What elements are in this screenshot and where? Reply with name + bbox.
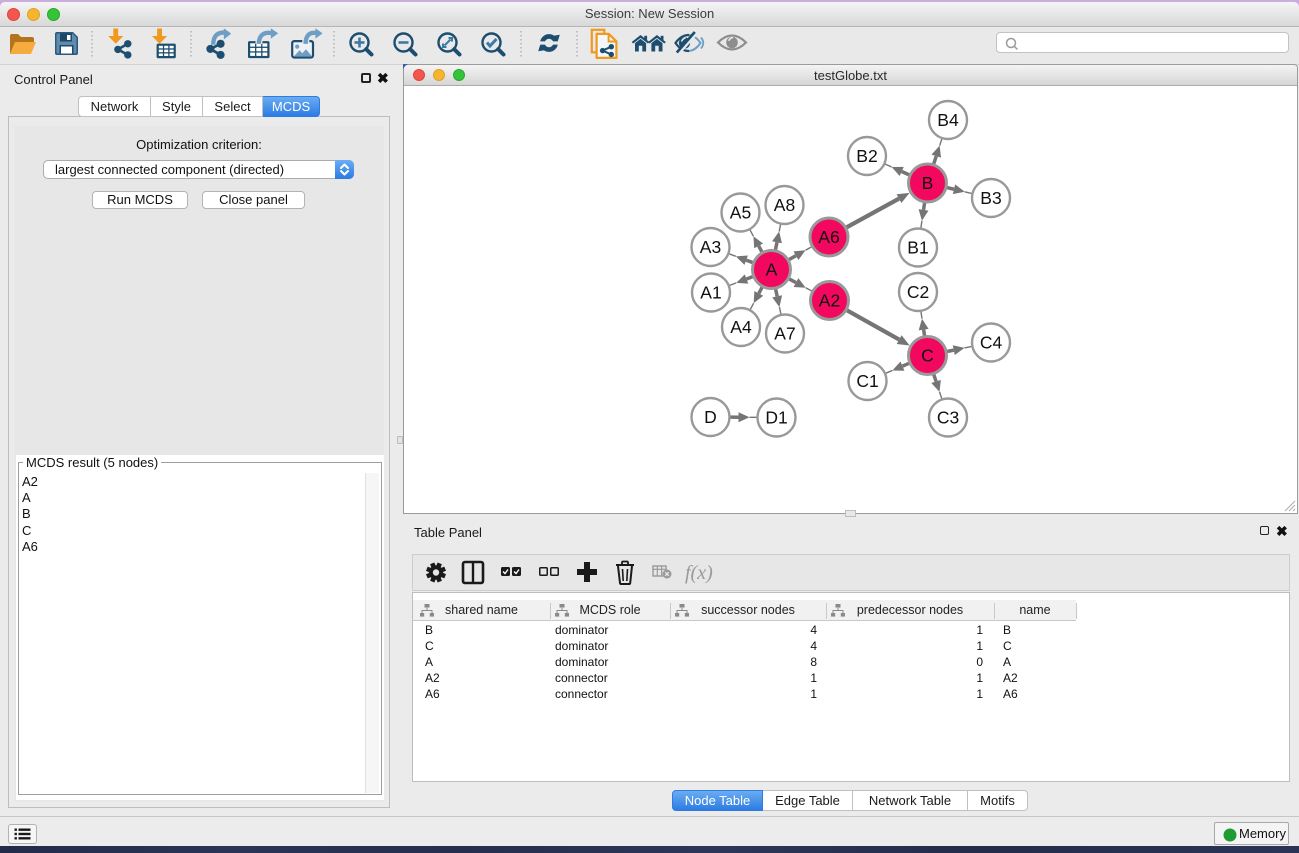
svg-text:A: A — [766, 260, 778, 280]
svg-text:B2: B2 — [856, 146, 877, 166]
svg-text:D1: D1 — [765, 408, 787, 428]
svg-text:A2: A2 — [819, 291, 840, 311]
svg-text:A3: A3 — [700, 237, 721, 257]
svg-text:C1: C1 — [856, 371, 878, 391]
svg-text:A5: A5 — [730, 203, 751, 223]
svg-text:D: D — [704, 407, 717, 427]
svg-text:A4: A4 — [730, 317, 752, 337]
svg-text:B4: B4 — [937, 110, 959, 130]
svg-text:A1: A1 — [700, 283, 721, 303]
svg-text:B1: B1 — [907, 238, 928, 258]
svg-text:B: B — [922, 173, 934, 193]
svg-text:C2: C2 — [907, 282, 929, 302]
svg-text:B3: B3 — [980, 188, 1001, 208]
svg-text:A7: A7 — [774, 324, 795, 344]
svg-text:A8: A8 — [774, 195, 795, 215]
svg-text:A6: A6 — [818, 227, 839, 247]
svg-text:f(x): f(x) — [685, 562, 713, 584]
svg-text:C3: C3 — [937, 408, 959, 428]
svg-text:C4: C4 — [980, 333, 1003, 353]
svg-text:C: C — [921, 346, 934, 366]
